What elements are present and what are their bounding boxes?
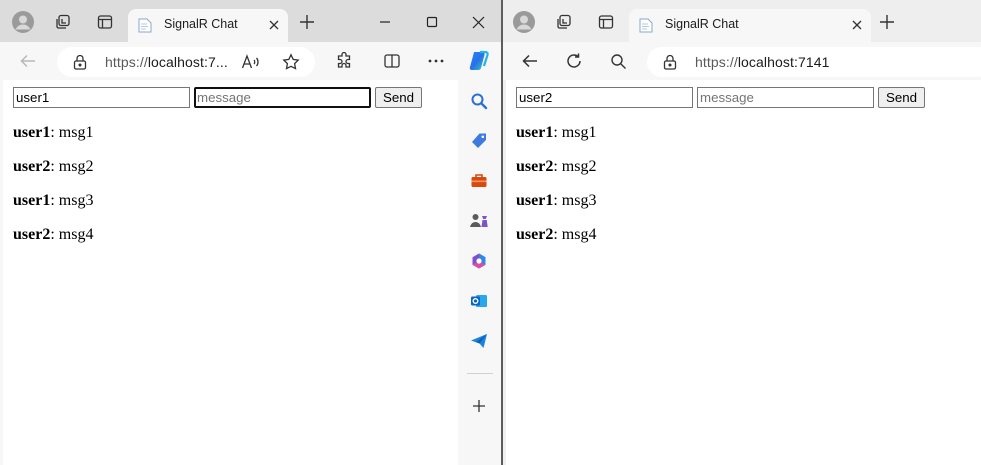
- read-aloud-icon[interactable]: [239, 50, 263, 74]
- message-user: user2: [13, 158, 51, 175]
- send-icon[interactable]: [469, 331, 489, 351]
- address-bar[interactable]: https://localhost:7141: [647, 47, 981, 77]
- refresh-icon[interactable]: [562, 49, 586, 73]
- message-item: user2: msg4: [516, 226, 596, 260]
- more-options-icon[interactable]: [424, 49, 448, 73]
- tools-icon[interactable]: [469, 171, 489, 191]
- address-url[interactable]: https://localhost:7141: [695, 54, 830, 70]
- send-button[interactable]: Send: [375, 87, 422, 108]
- page-favicon-icon: [138, 18, 152, 33]
- tab-signalr-chat[interactable]: SignalR Chat: [128, 9, 288, 42]
- address-url[interactable]: https://localhost:7...: [105, 54, 228, 70]
- favorite-star-icon[interactable]: [279, 50, 303, 74]
- maximize-icon[interactable]: [420, 10, 444, 34]
- message-item: user1: msg1: [13, 124, 93, 158]
- message-item: user1: msg3: [516, 192, 596, 226]
- tab-strip: SignalR Chat: [503, 0, 981, 42]
- minimize-icon[interactable]: [373, 10, 397, 34]
- close-tab-icon[interactable]: [849, 17, 865, 33]
- chat-page: Send user1: msg1 user2: msg2 user1: msg3…: [506, 80, 981, 465]
- edge-sidebar: [458, 80, 501, 465]
- message-item: user1: msg3: [13, 192, 93, 226]
- message-user: user1: [516, 192, 554, 209]
- address-bar[interactable]: https://localhost:7...: [57, 47, 315, 77]
- messages-list: user1: msg1 user2: msg2 user1: msg3 user…: [516, 124, 596, 260]
- message-user: user1: [13, 124, 51, 141]
- lock-icon[interactable]: [663, 54, 677, 70]
- send-button[interactable]: Send: [878, 87, 925, 108]
- message-user: user2: [516, 158, 554, 175]
- user-input[interactable]: [516, 87, 693, 108]
- message-text: : msg3: [553, 192, 597, 209]
- message-user: user2: [13, 226, 51, 243]
- shopping-tag-icon[interactable]: [469, 131, 489, 151]
- tab-title: SignalR Chat: [665, 17, 739, 31]
- tab-signalr-chat[interactable]: SignalR Chat: [629, 9, 871, 42]
- close-window-icon[interactable]: [466, 10, 490, 34]
- tab-strip: SignalR Chat: [0, 0, 501, 42]
- right-browser-window: SignalR Chat https://localhost:7141 user…: [503, 0, 981, 465]
- message-input[interactable]: [697, 87, 874, 108]
- navigation-toolbar: https://localhost:7141: [503, 42, 981, 80]
- workspaces-icon[interactable]: [51, 10, 75, 34]
- close-tab-icon[interactable]: [266, 17, 282, 33]
- page-favicon-icon: [639, 18, 653, 33]
- new-tab-icon[interactable]: [297, 12, 317, 32]
- workspaces-icon[interactable]: [552, 10, 576, 34]
- search-icon[interactable]: [606, 49, 630, 73]
- tab-actions-icon[interactable]: [594, 10, 618, 34]
- message-text: : msg4: [553, 226, 597, 243]
- messages-list: user1: msg1 user2: msg2 user1: msg3 user…: [13, 124, 93, 260]
- lock-icon[interactable]: [73, 54, 87, 70]
- profile-avatar-icon[interactable]: [512, 10, 536, 34]
- message-text: : msg2: [553, 158, 597, 175]
- tab-actions-icon[interactable]: [93, 10, 117, 34]
- chat-page: Send user1: msg1 user2: msg2 user1: msg3…: [3, 80, 458, 465]
- outlook-icon[interactable]: [469, 291, 489, 311]
- navigation-toolbar: https://localhost:7...: [0, 42, 501, 80]
- message-item: user2: msg2: [13, 158, 93, 192]
- message-user: user2: [516, 226, 554, 243]
- message-input[interactable]: [194, 87, 371, 108]
- message-user: user1: [13, 192, 51, 209]
- message-text: : msg1: [50, 124, 94, 141]
- user-input[interactable]: [13, 87, 190, 108]
- copilot-icon[interactable]: [467, 49, 491, 73]
- message-text: : msg1: [553, 124, 597, 141]
- message-text: : msg2: [50, 158, 94, 175]
- left-browser-window: SignalR Chat https://localhost:7... user…: [0, 0, 501, 465]
- message-item: user1: msg1: [516, 124, 596, 158]
- message-item: user2: msg2: [516, 158, 596, 192]
- microsoft-365-icon[interactable]: [469, 251, 489, 271]
- search-icon[interactable]: [469, 91, 489, 111]
- sidebar-divider: [467, 373, 493, 374]
- message-item: user2: msg4: [13, 226, 93, 260]
- extensions-icon[interactable]: [332, 49, 356, 73]
- profile-avatar-icon[interactable]: [11, 10, 35, 34]
- back-icon[interactable]: [16, 49, 40, 73]
- message-text: : msg4: [50, 226, 94, 243]
- message-text: : msg3: [50, 192, 94, 209]
- split-screen-icon[interactable]: [380, 49, 404, 73]
- new-tab-icon[interactable]: [877, 12, 897, 32]
- message-user: user1: [516, 124, 554, 141]
- tab-title: SignalR Chat: [164, 17, 238, 31]
- add-icon[interactable]: [469, 396, 489, 416]
- games-icon[interactable]: [469, 211, 489, 231]
- back-icon[interactable]: [518, 49, 542, 73]
